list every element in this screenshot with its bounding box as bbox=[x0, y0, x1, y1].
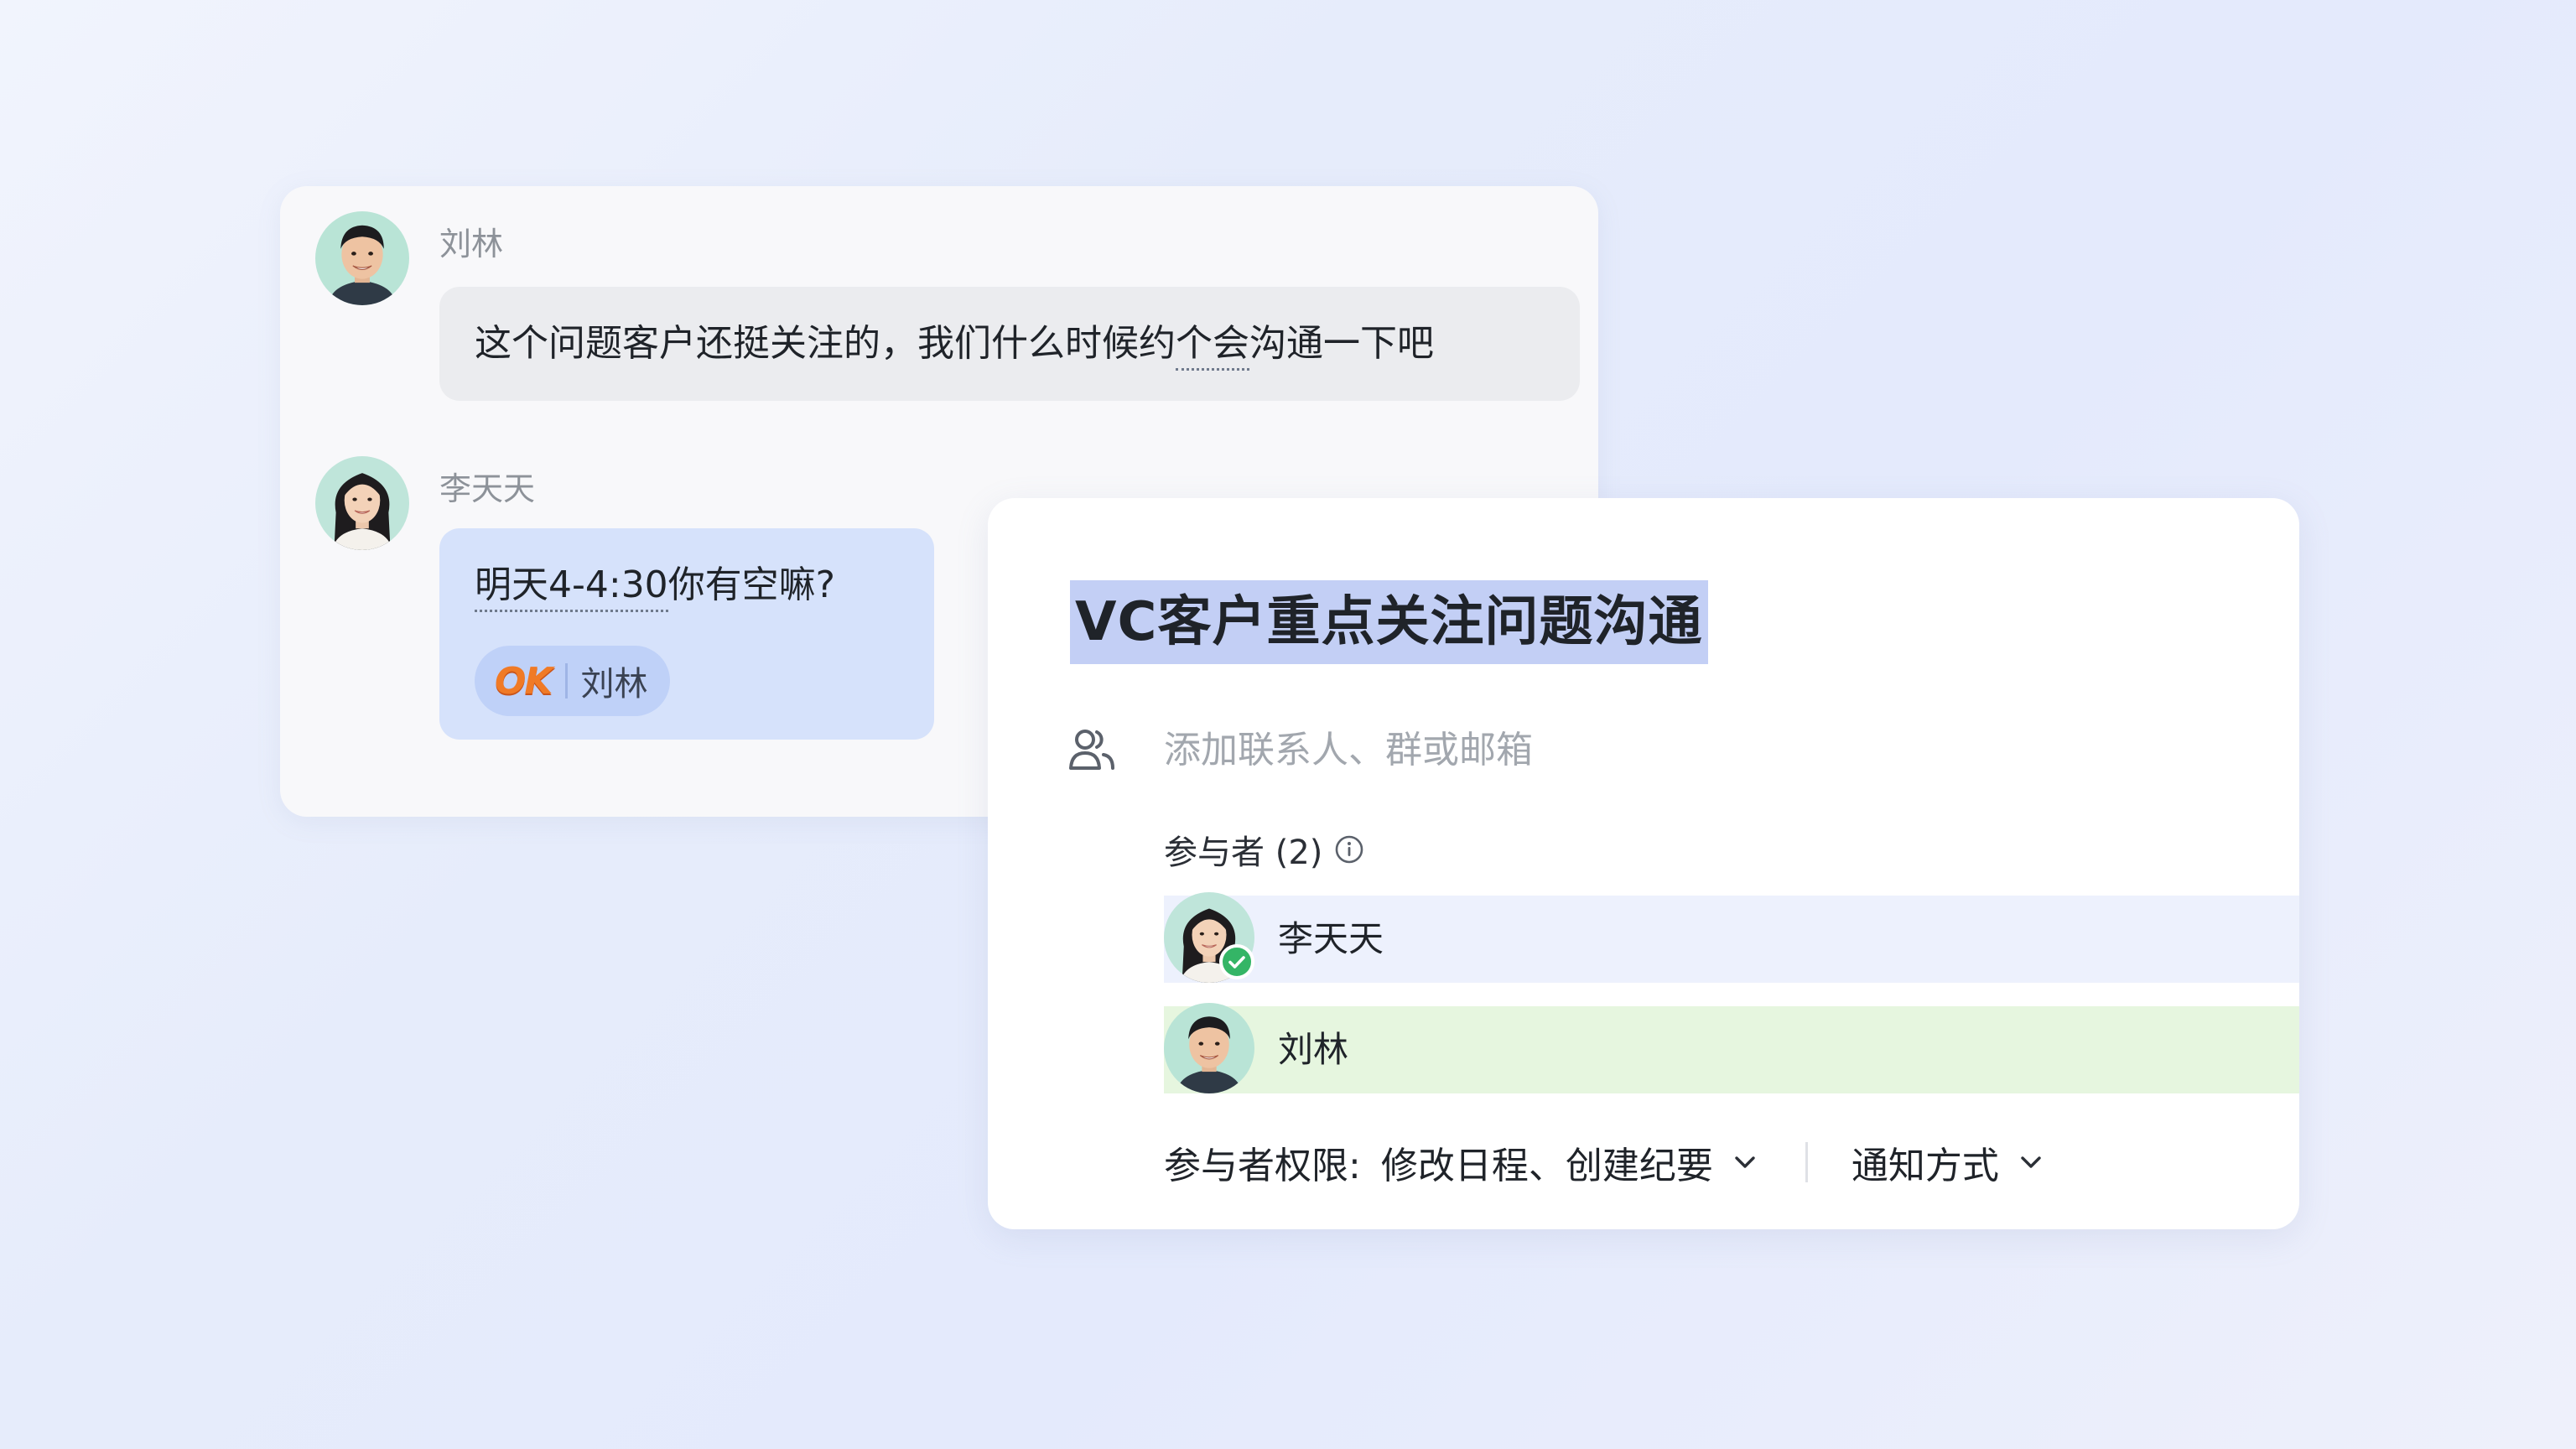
participants-count-label: 参与者 (2) bbox=[1164, 834, 1323, 872]
participant-avatar-image bbox=[1164, 1003, 1254, 1093]
permission-label: 参与者权限: bbox=[1164, 1145, 1361, 1187]
participant-row[interactable]: 刘林 bbox=[1164, 1003, 2299, 1093]
avatar-litiantian[interactable] bbox=[315, 456, 409, 550]
chevron-down-icon[interactable] bbox=[1732, 1149, 1758, 1176]
chevron-down-icon[interactable] bbox=[2018, 1149, 2044, 1176]
participant-row[interactable]: 李天天 bbox=[1164, 892, 2299, 983]
participant-name: 李天天 bbox=[1278, 918, 1384, 959]
message-text-part: 这个问题客户还挺关注的，我们什么时候约 bbox=[475, 322, 1176, 365]
ok-emoji: OK bbox=[495, 659, 553, 703]
avatar-liulin[interactable] bbox=[315, 211, 409, 305]
sender-name: 刘林 bbox=[439, 226, 504, 262]
reactor-name: 刘林 bbox=[580, 665, 648, 704]
info-icon[interactable] bbox=[1334, 834, 1364, 865]
permission-dropdown[interactable]: 修改日程、创建纪要 bbox=[1381, 1135, 1713, 1189]
smart-link-text[interactable]: 明天4-4:30 bbox=[475, 564, 668, 612]
notify-dropdown[interactable]: 通知方式 bbox=[1852, 1135, 1999, 1189]
event-panel: VC客户重点关注问题沟通 参与者 (2) bbox=[988, 498, 2299, 1229]
participant-avatar bbox=[1164, 1003, 1254, 1093]
message-bubble[interactable]: 明天4-4:30你有空嘛? OK 刘林 bbox=[439, 528, 934, 740]
message-text: 这个问题客户还挺关注的，我们什么时候约个会沟通一下吧 bbox=[475, 322, 1434, 371]
sender-name: 李天天 bbox=[439, 470, 536, 507]
message-text-part: 你有空嘛? bbox=[667, 564, 836, 606]
smart-link-text[interactable]: 个会 bbox=[1176, 322, 1249, 371]
check-icon bbox=[1228, 956, 1245, 969]
avatar-liulin-image bbox=[315, 211, 409, 305]
participants-label: 参与者 (2) bbox=[1164, 825, 1364, 874]
message-text: 明天4-4:30你有空嘛? bbox=[475, 564, 836, 612]
event-options-row: 参与者权限: 修改日程、创建纪要 通知方式 bbox=[1164, 1130, 2044, 1194]
avatar-litiantian-image bbox=[315, 456, 409, 550]
participant-name: 刘林 bbox=[1278, 1029, 1349, 1070]
accepted-badge bbox=[1219, 944, 1254, 979]
divider bbox=[1805, 1142, 1808, 1182]
reaction-divider bbox=[564, 663, 568, 699]
reaction-pill[interactable]: OK 刘林 bbox=[475, 646, 670, 716]
message-text-part: 沟通一下吧 bbox=[1249, 322, 1434, 365]
contacts-icon bbox=[1069, 730, 1114, 770]
event-title-highlight[interactable]: VC客户重点关注问题沟通 bbox=[1070, 580, 1708, 664]
message-bubble[interactable]: 这个问题客户还挺关注的，我们什么时候约个会沟通一下吧 bbox=[439, 287, 1580, 401]
contact-search-input[interactable] bbox=[1164, 718, 1919, 782]
event-title[interactable]: VC客户重点关注问题沟通 bbox=[1075, 591, 1703, 653]
